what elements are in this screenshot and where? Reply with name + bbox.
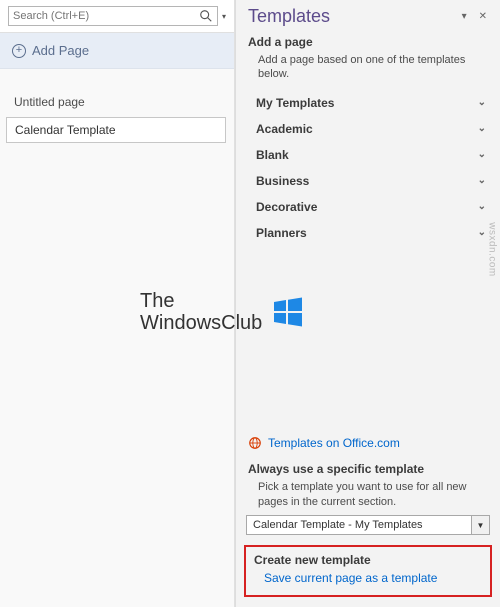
category-label: Academic — [256, 122, 313, 136]
chevron-down-icon: ⌄ — [478, 149, 486, 160]
template-category-list: My Templates ⌄ Academic ⌄ Blank ⌄ Busine… — [236, 90, 500, 246]
chevron-down-icon: ⌄ — [478, 123, 486, 134]
search-box[interactable] — [8, 6, 218, 26]
category-academic[interactable]: Academic ⌄ — [246, 116, 490, 142]
search-scope-dropdown[interactable]: ▾ — [222, 12, 226, 21]
default-template-select[interactable]: Calendar Template - My Templates ▼ — [246, 515, 490, 535]
page-item-untitled[interactable]: Untitled page — [0, 89, 234, 115]
globe-icon — [248, 436, 262, 450]
pane-options-button[interactable]: ▾ — [459, 11, 470, 22]
chevron-down-icon: ⌄ — [478, 175, 486, 186]
category-business[interactable]: Business ⌄ — [246, 168, 490, 194]
default-template-value: Calendar Template - My Templates — [246, 515, 472, 535]
add-page-button[interactable]: + Add Page — [0, 33, 234, 69]
chevron-down-icon: ⌄ — [478, 227, 486, 238]
pane-title: Templates — [248, 6, 453, 27]
search-row: ▾ — [0, 0, 234, 33]
category-label: Blank — [256, 148, 289, 162]
dropdown-button[interactable]: ▼ — [472, 515, 490, 535]
search-icon — [199, 9, 213, 23]
pane-close-button[interactable]: ✕ — [476, 11, 490, 22]
create-template-heading: Create new template — [254, 553, 482, 567]
category-my-templates[interactable]: My Templates ⌄ — [246, 90, 490, 116]
create-template-section: Create new template Save current page as… — [244, 545, 492, 597]
category-blank[interactable]: Blank ⌄ — [246, 142, 490, 168]
category-label: Business — [256, 174, 309, 188]
add-page-label: Add Page — [32, 43, 89, 58]
chevron-down-icon: ⌄ — [478, 201, 486, 212]
category-label: Planners — [256, 226, 307, 240]
category-decorative[interactable]: Decorative ⌄ — [246, 194, 490, 220]
save-as-template-link[interactable]: Save current page as a template — [254, 571, 482, 585]
specific-template-description: Pick a template you want to use for all … — [236, 478, 500, 515]
add-page-description: Add a page based on one of the templates… — [236, 51, 500, 90]
category-label: My Templates — [256, 96, 334, 110]
plus-circle-icon: + — [12, 44, 26, 58]
search-input[interactable] — [13, 10, 199, 22]
add-page-heading: Add a page — [236, 31, 500, 51]
specific-template-heading: Always use a specific template — [236, 458, 500, 478]
templates-office-link[interactable]: Templates on Office.com — [236, 428, 500, 458]
category-planners[interactable]: Planners ⌄ — [246, 220, 490, 246]
pane-header: Templates ▾ ✕ — [236, 0, 500, 31]
chevron-down-icon: ⌄ — [478, 97, 486, 108]
left-panel: ▾ + Add Page Untitled page Calendar Temp… — [0, 0, 235, 607]
page-item-calendar-template[interactable]: Calendar Template — [6, 117, 226, 143]
office-link-label: Templates on Office.com — [268, 436, 400, 450]
site-watermark: wsxdn.com — [487, 222, 498, 277]
templates-pane: Templates ▾ ✕ Add a page Add a page base… — [235, 0, 500, 607]
category-label: Decorative — [256, 200, 317, 214]
page-list: Untitled page Calendar Template — [0, 69, 234, 145]
